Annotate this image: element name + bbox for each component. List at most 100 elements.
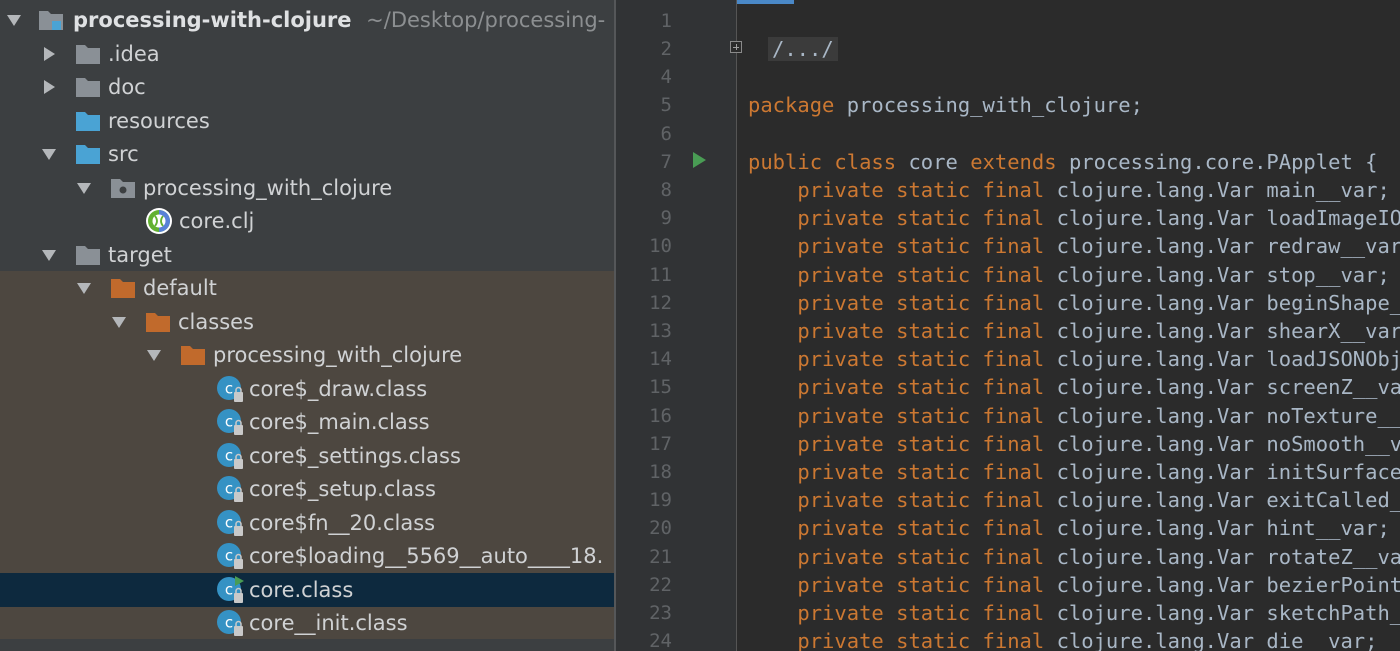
resources-folder-icon bbox=[76, 112, 100, 131]
chevron-down-icon[interactable] bbox=[76, 180, 92, 196]
svg-text:c: c bbox=[225, 413, 233, 431]
line-number: 10 bbox=[649, 235, 672, 257]
line-number: 9 bbox=[660, 207, 672, 229]
chevron-right-icon[interactable] bbox=[41, 46, 57, 62]
tree-item-class-file[interactable]: c core__init.class bbox=[0, 606, 614, 640]
svg-text:c: c bbox=[225, 447, 233, 465]
tree-item-classes[interactable]: classes bbox=[0, 305, 614, 339]
folder-icon bbox=[76, 45, 100, 64]
ide-window: processing-with-clojure ~/Desktop/proces… bbox=[0, 0, 1400, 651]
tree-item-target[interactable]: target bbox=[0, 238, 614, 272]
excluded-folder-icon bbox=[181, 346, 205, 365]
tree-item-label: core$_main.class bbox=[249, 410, 430, 434]
runnable-class-file-icon: c bbox=[217, 576, 244, 603]
tree-item-label: default bbox=[143, 276, 217, 300]
code-line: private static final clojure.lang.Var sc… bbox=[797, 375, 1400, 399]
line-number: 16 bbox=[649, 405, 672, 427]
project-tree-panel: processing-with-clojure ~/Desktop/proces… bbox=[0, 0, 614, 651]
folder-icon bbox=[76, 246, 100, 265]
code-line: private static final clojure.lang.Var in… bbox=[797, 460, 1400, 484]
tree-item-core-class-selected[interactable]: c core.class bbox=[0, 573, 614, 607]
line-number: 11 bbox=[649, 264, 672, 286]
line-number: 18 bbox=[649, 461, 672, 483]
code-line: private static final clojure.lang.Var st… bbox=[797, 263, 1390, 287]
code-line: private static final clojure.lang.Var ro… bbox=[797, 545, 1400, 569]
line-number: 21 bbox=[649, 546, 672, 568]
chevron-down-icon[interactable] bbox=[146, 347, 162, 363]
code-line: private static final clojure.lang.Var ex… bbox=[797, 488, 1400, 512]
tree-item-doc[interactable]: doc bbox=[0, 70, 614, 104]
clojure-file-icon bbox=[146, 208, 172, 234]
code-line: private static final clojure.lang.Var di… bbox=[797, 629, 1378, 651]
tree-item-class-file[interactable]: c core$_settings.class bbox=[0, 439, 614, 473]
svg-text:c: c bbox=[225, 547, 233, 565]
line-number: 8 bbox=[660, 179, 672, 201]
tree-item-resources[interactable]: resources bbox=[0, 104, 614, 138]
svg-text:c: c bbox=[225, 380, 233, 398]
line-number: 24 bbox=[649, 630, 672, 651]
line-number: 2 bbox=[660, 38, 672, 60]
tree-item-label: resources bbox=[108, 109, 210, 133]
chevron-right-icon[interactable] bbox=[41, 79, 57, 95]
line-number: 14 bbox=[649, 348, 672, 370]
folder-icon bbox=[76, 78, 100, 97]
svg-text:c: c bbox=[225, 514, 233, 532]
line-number: 5 bbox=[660, 94, 672, 116]
expand-fold-icon[interactable] bbox=[730, 41, 742, 53]
tree-item-label: core__init.class bbox=[249, 611, 408, 635]
line-number: 19 bbox=[649, 489, 672, 511]
project-name: processing-with-clojure bbox=[73, 8, 352, 32]
svg-text:c: c bbox=[225, 480, 233, 498]
tree-item-label: processing_with_clojure bbox=[143, 176, 393, 200]
run-gutter-icon[interactable] bbox=[693, 152, 706, 168]
line-number: 22 bbox=[649, 574, 672, 596]
tree-item-label: classes bbox=[178, 310, 254, 334]
chevron-down-icon[interactable] bbox=[41, 146, 57, 162]
tree-item-project-root[interactable]: processing-with-clojure ~/Desktop/proces… bbox=[0, 3, 614, 37]
code-line: /.../ bbox=[768, 35, 838, 63]
tree-item-class-file[interactable]: c core$fn__20.class bbox=[0, 506, 614, 540]
code-line: private static final clojure.lang.Var be… bbox=[797, 573, 1400, 597]
class-file-icon: c bbox=[217, 543, 243, 569]
class-file-icon: c bbox=[217, 610, 243, 636]
code-editor[interactable]: 1 2 4 5 6 7 8 9 10 11 12 13 14 15 16 17 … bbox=[616, 0, 1400, 651]
code-line: public class core extends processing.cor… bbox=[748, 150, 1378, 174]
tree-item-package[interactable]: processing_with_clojure bbox=[0, 171, 614, 205]
code-line: private static final clojure.lang.Var lo… bbox=[797, 347, 1400, 371]
code-line: private static final clojure.lang.Var re… bbox=[797, 234, 1400, 258]
line-number: 13 bbox=[649, 320, 672, 342]
code-line: package processing_with_clojure; bbox=[748, 93, 1143, 117]
source-folder-icon bbox=[76, 145, 100, 164]
line-number: 20 bbox=[649, 517, 672, 539]
tree-item-src[interactable]: src bbox=[0, 137, 614, 171]
tree-item-target-package[interactable]: processing_with_clojure bbox=[0, 338, 614, 372]
line-number: 1 bbox=[660, 10, 672, 32]
line-number: 12 bbox=[649, 292, 672, 314]
line-number: 7 bbox=[660, 151, 672, 173]
code-line: private static final clojure.lang.Var sh… bbox=[797, 319, 1400, 343]
svg-text:c: c bbox=[225, 614, 233, 632]
chevron-down-icon[interactable] bbox=[111, 314, 127, 330]
code-line: private static final clojure.lang.Var sk… bbox=[797, 601, 1400, 625]
line-number: 15 bbox=[649, 376, 672, 398]
tree-item-core-clj[interactable]: core.clj bbox=[0, 204, 614, 238]
tree-item-label: src bbox=[108, 142, 139, 166]
chevron-down-icon[interactable] bbox=[76, 280, 92, 296]
tree-item-default[interactable]: default bbox=[0, 271, 614, 305]
tree-item-label: .idea bbox=[108, 42, 160, 66]
tree-item-class-file[interactable]: c core$_setup.class bbox=[0, 472, 614, 506]
tree-item-class-file[interactable]: c core$_draw.class bbox=[0, 372, 614, 406]
tree-item-class-file[interactable]: c core$_main.class bbox=[0, 405, 614, 439]
chevron-down-icon[interactable] bbox=[6, 12, 22, 28]
tree-item-label: core$_draw.class bbox=[249, 377, 428, 401]
tree-item-class-file[interactable]: c core$loading__5569__auto____18. bbox=[0, 539, 614, 573]
chevron-down-icon[interactable] bbox=[41, 247, 57, 263]
tree-item-idea[interactable]: .idea bbox=[0, 37, 614, 71]
excluded-folder-icon bbox=[146, 313, 170, 332]
tree-item-label: core.clj bbox=[179, 209, 255, 233]
folded-region[interactable]: /.../ bbox=[768, 37, 838, 61]
project-path: ~/Desktop/processing- bbox=[366, 8, 606, 32]
code-line: private static final clojure.lang.Var no… bbox=[797, 432, 1400, 456]
tree-item-label: core.class bbox=[249, 578, 354, 602]
line-number: 6 bbox=[660, 123, 672, 145]
